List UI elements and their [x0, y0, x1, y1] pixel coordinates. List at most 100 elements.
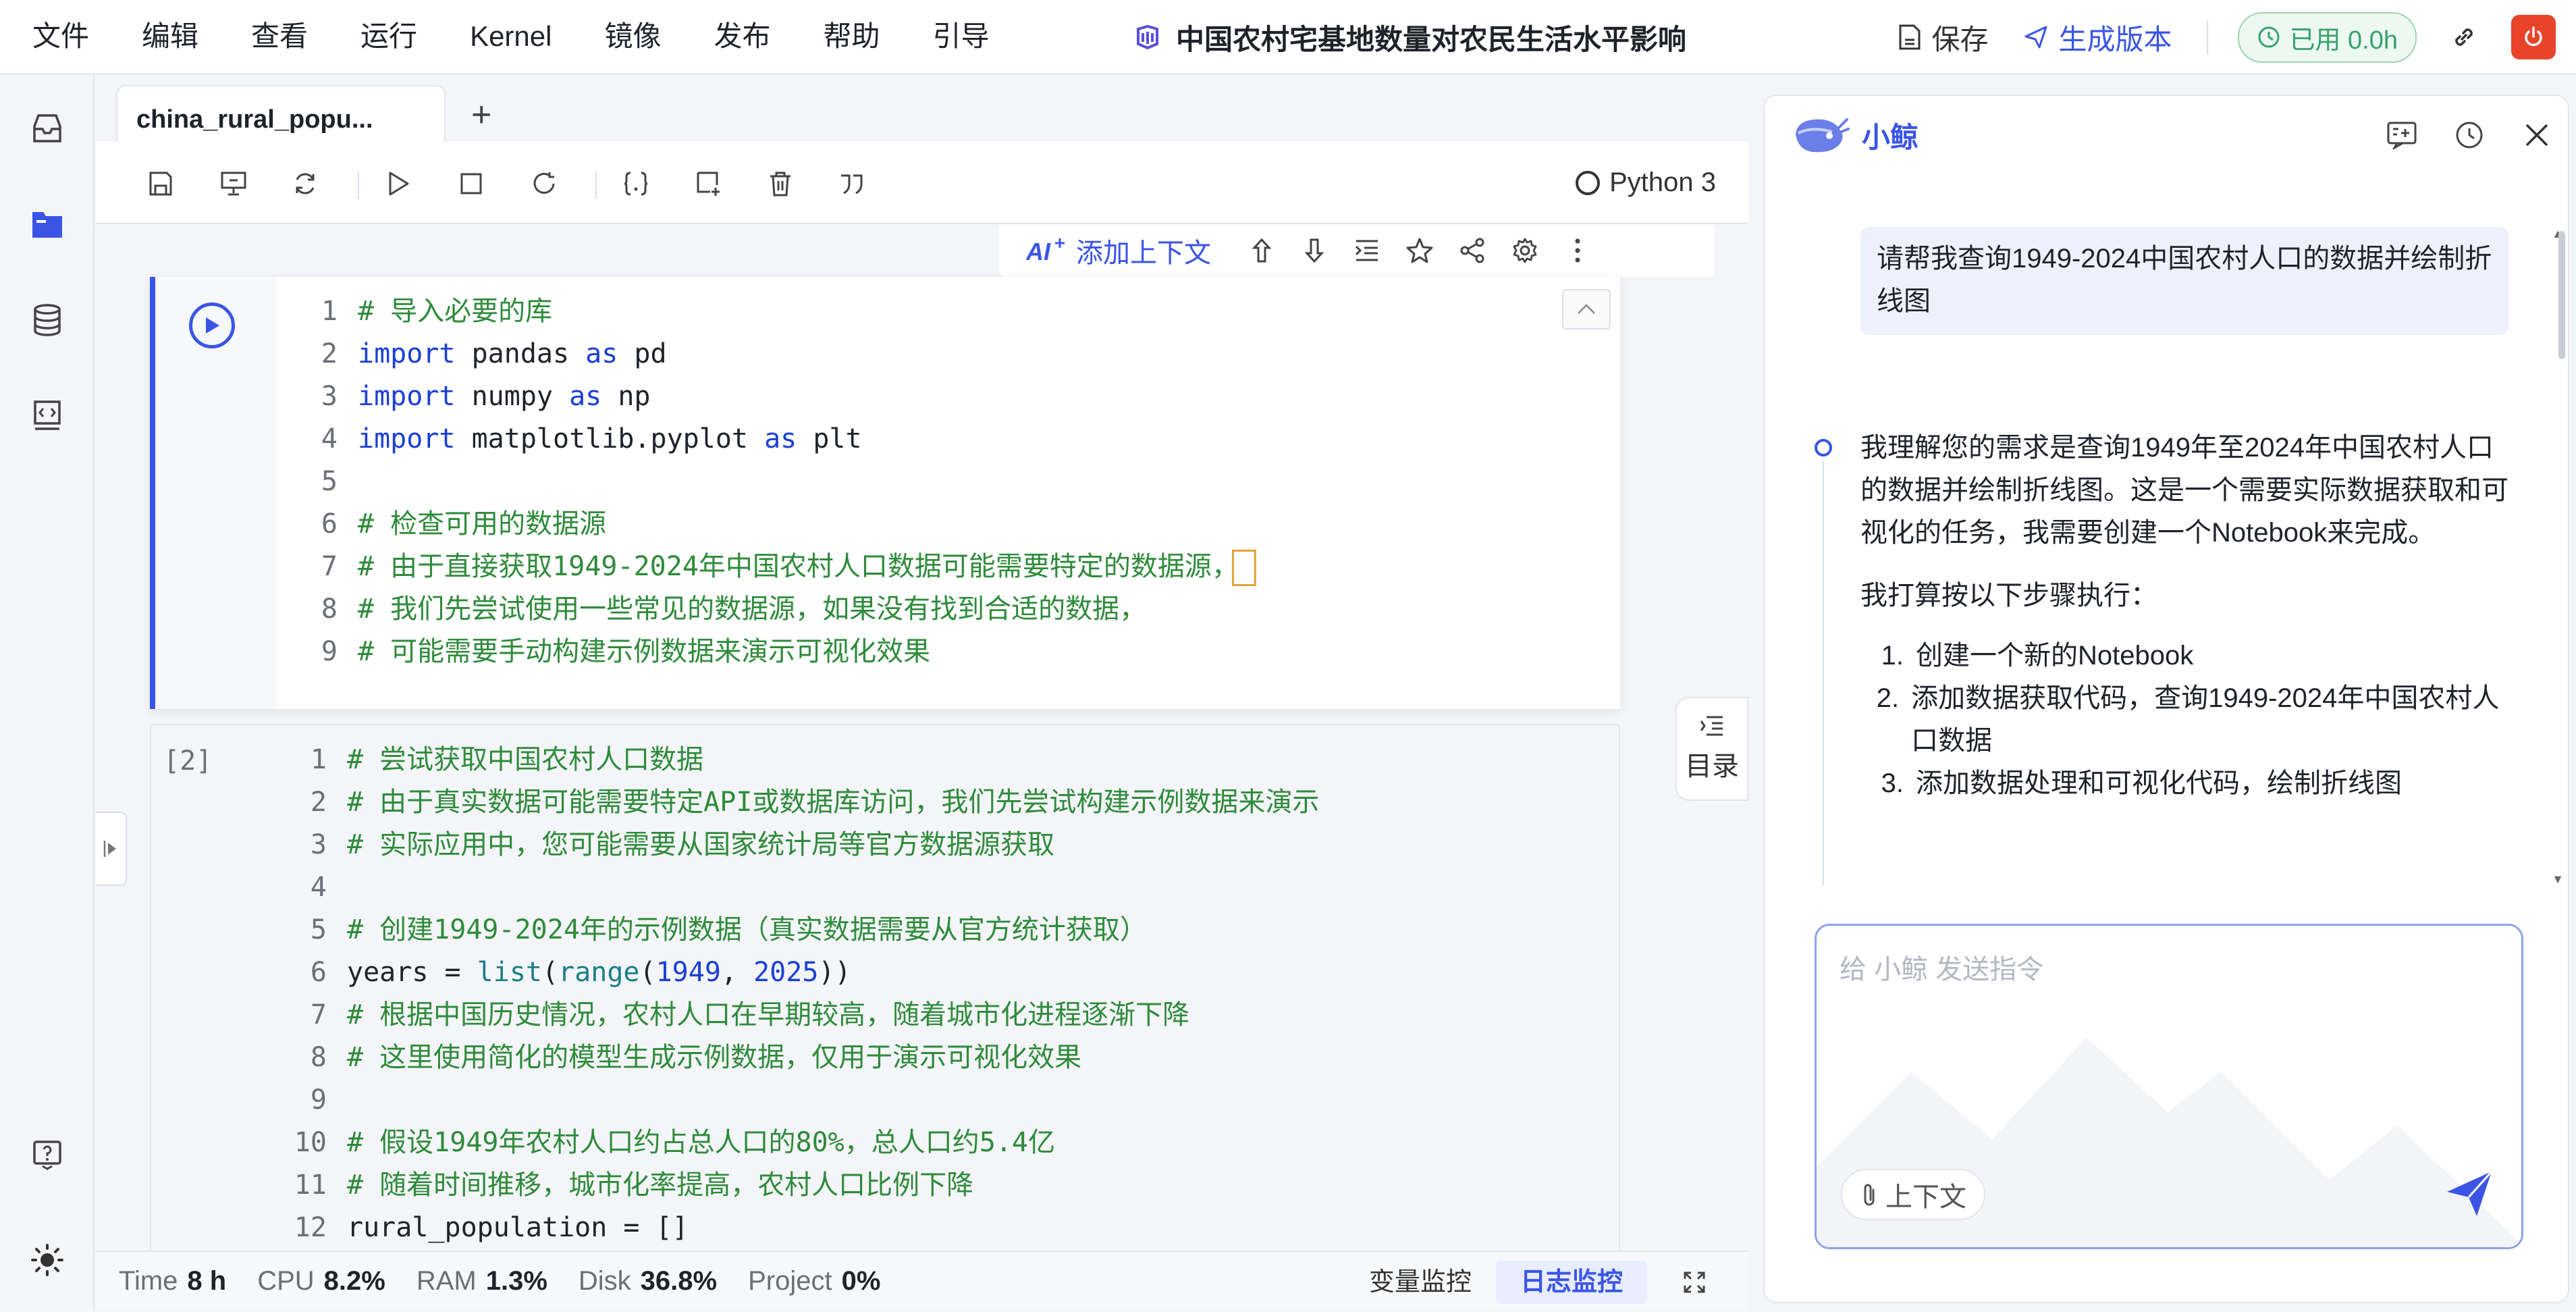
status-ram: RAM 1.3%	[417, 1266, 547, 1296]
activity-bar	[0, 74, 95, 1311]
menu-item[interactable]: 镜像	[604, 0, 688, 74]
context-button[interactable]: 上下文	[1841, 1169, 1985, 1220]
menu-item[interactable]: 发布	[714, 0, 797, 74]
theme-sun-icon[interactable]	[27, 1240, 68, 1280]
power-button[interactable]	[2511, 15, 2556, 59]
run-cell-icon[interactable]	[382, 167, 414, 200]
move-down-icon[interactable]	[1288, 230, 1341, 271]
add-cell-icon[interactable]	[693, 167, 725, 200]
cell-gutter	[155, 277, 277, 709]
menu-item[interactable]: 文件	[32, 0, 116, 74]
notebook-toolbar: Python 3	[96, 142, 1748, 224]
tab-notebook[interactable]: china_rural_popu...	[116, 85, 446, 142]
fullscreen-icon[interactable]	[1674, 1262, 1715, 1303]
plan-step-text: 添加数据获取代码，查询1949-2024年中国农村人口数据	[1911, 683, 2500, 756]
save-button[interactable]: 保存	[1898, 17, 1988, 58]
generate-version-label: 生成版本	[2058, 23, 2172, 55]
tab-variable-monitor[interactable]: 变量监控	[1345, 1261, 1496, 1304]
scroll-down-arrow-icon[interactable]: ▼	[2552, 872, 2564, 887]
move-up-icon[interactable]	[1235, 230, 1288, 271]
step-dot-icon	[1815, 439, 1832, 456]
chevron-up-icon	[1578, 304, 1595, 314]
paperclip-icon	[1864, 1184, 1875, 1206]
tab-log-monitor[interactable]: 日志监控	[1495, 1260, 1647, 1304]
cpu-value: 8.2%	[323, 1266, 385, 1296]
send-button[interactable]	[2442, 1166, 2497, 1222]
top-bar: 文件 编辑 查看 运行 Kernel 镜像 发布 帮助 引导 中国农村宅基地数量对农民生活水平影…	[0, 0, 2576, 74]
time-value: 8 h	[187, 1266, 227, 1296]
disk-value: 36.8%	[640, 1266, 718, 1296]
toc-label: 目录	[1685, 752, 1739, 781]
code-editor[interactable]: # 导入必要的库 import pandas as pd import nump…	[358, 290, 1256, 673]
sync-icon[interactable]	[289, 167, 321, 200]
code-template-icon[interactable]	[27, 396, 68, 436]
chat-scrollbar[interactable]	[2558, 231, 2565, 359]
code-cell-active[interactable]: 1 2 3 4 5 6 7 8 9 # 导入必要的库 import pandas…	[150, 277, 1620, 709]
assistant-plan: 我打算按以下步骤执行：	[1860, 581, 2157, 610]
top-right-actions: 保存 生成版本 已用 0.0h	[1898, 0, 2576, 74]
status-time: Time 8 h	[119, 1266, 226, 1296]
add-context-button[interactable]: AI 添加上下文	[1026, 231, 1211, 270]
send-icon	[2024, 26, 2047, 49]
line-numbers: 1 2 3 4 5 6 7 8 9	[321, 296, 338, 667]
assistant-name: 小鲸	[1862, 121, 1919, 153]
menu-item[interactable]: 引导	[933, 0, 1017, 74]
help-icon[interactable]	[27, 1134, 68, 1175]
menu-item[interactable]: 查看	[251, 0, 335, 74]
execution-count: [2]	[163, 745, 213, 777]
run-cell-button[interactable]	[189, 303, 235, 348]
code-editor[interactable]: # 尝试获取中国农村人口数据 # 由于真实数据可能需要特定API或数据库访问，我…	[347, 739, 1319, 1249]
files-folder-icon[interactable]	[27, 204, 68, 244]
settings-gear-icon[interactable]	[1499, 230, 1551, 271]
format-code-icon[interactable]	[620, 167, 652, 200]
delete-cell-icon[interactable]	[764, 167, 797, 200]
send-plane-icon	[2447, 1170, 2493, 1216]
inbox-icon[interactable]	[27, 108, 68, 149]
stop-icon[interactable]	[455, 167, 487, 200]
quote-icon[interactable]	[836, 167, 868, 200]
menu-item[interactable]: 运行	[360, 0, 444, 74]
history-icon[interactable]	[2450, 116, 2488, 154]
usage-label: 已用 0.0h	[2289, 26, 2398, 55]
present-icon[interactable]	[217, 167, 250, 200]
usage-badge: 已用 0.0h	[2238, 11, 2417, 63]
ram-label: RAM	[416, 1266, 477, 1296]
plan-step: 1. 创建一个新的Notebook	[1860, 635, 2508, 677]
code-cell[interactable]: [2] 1 2 3 4 5 6 7 8 9 10 11 12 # 尝试获取中国农…	[150, 724, 1620, 1251]
monitor-tabs: 变量监控 日志监控	[1345, 1252, 1748, 1312]
chat-input-box: 上下文	[1815, 924, 2523, 1249]
status-project: Project 0%	[748, 1266, 880, 1296]
generate-version-button[interactable]: 生成版本	[2023, 17, 2172, 58]
share-icon[interactable]	[1446, 230, 1499, 271]
save-notebook-icon[interactable]	[144, 167, 177, 200]
expand-sidebar-handle[interactable]	[96, 812, 127, 886]
link-icon	[2455, 28, 2473, 46]
star-icon[interactable]	[1393, 230, 1446, 271]
table-of-contents-button[interactable]: 目录	[1675, 697, 1748, 801]
project-value: 0%	[841, 1266, 881, 1296]
new-chat-icon[interactable]	[2383, 116, 2421, 154]
close-icon[interactable]	[2518, 116, 2556, 154]
collapse-cell-button[interactable]	[1562, 289, 1611, 330]
more-vertical-icon[interactable]	[1551, 230, 1604, 271]
kernel-status[interactable]: Python 3	[1576, 167, 1716, 198]
toolbar-divider	[358, 172, 359, 199]
document-title: 中国农村宅基地数量对农民生活水平影响	[1134, 0, 1686, 74]
menu-item[interactable]: 帮助	[824, 0, 907, 74]
assistant-message: 我理解您的需求是查询1949年至2024年中国农村人口的数据并绘制折线图。这是一…	[1860, 427, 2508, 805]
file-save-icon	[1899, 24, 1921, 50]
text-cursor	[1231, 550, 1256, 586]
plan-step: 2. 添加数据获取代码，查询1949-2024年中国农村人口数据	[1860, 677, 2508, 762]
share-link-button[interactable]	[2444, 17, 2484, 57]
menu-item[interactable]: Kernel	[470, 0, 579, 74]
save-label: 保存	[1931, 23, 1989, 55]
database-icon[interactable]	[27, 300, 68, 340]
add-tab-button[interactable]: +	[471, 95, 491, 135]
kernel-idle-icon	[1576, 170, 1601, 195]
restart-icon[interactable]	[528, 167, 560, 200]
indent-icon[interactable]	[1341, 230, 1393, 271]
assistant-panel: 小鲸 请帮我查询1949-2024中国农村人口的数据并绘制折线图 我理解您的需求…	[1763, 95, 2569, 1303]
menu-item[interactable]: 编辑	[142, 0, 225, 74]
play-icon	[206, 317, 219, 334]
main-menu: 文件 编辑 查看 运行 Kernel 镜像 发布 帮助 引导	[0, 0, 1042, 74]
